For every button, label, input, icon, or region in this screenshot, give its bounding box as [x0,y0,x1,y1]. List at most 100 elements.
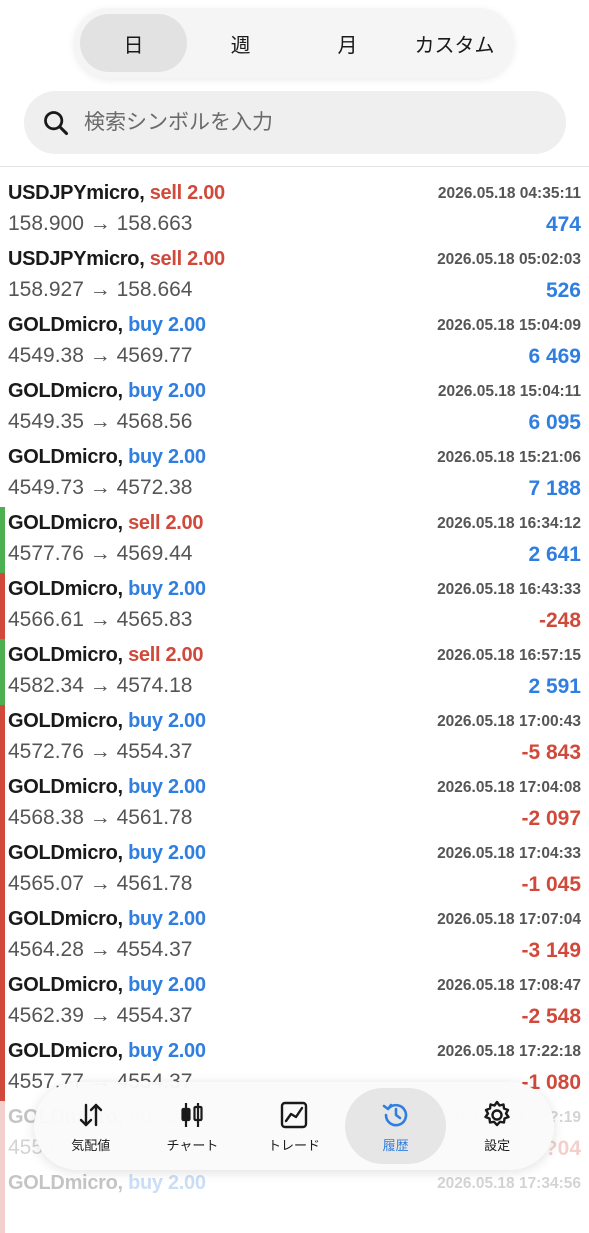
trade-symbol: GOLDmicro, buy 2.00 [8,446,206,469]
trade-time: 2026.05.18 16:34:12 [437,515,581,532]
history-clock-icon [382,1103,407,1126]
trade-row[interactable]: USDJPYmicro, sell 2.00 2026.05.18 05:02:0… [0,243,589,309]
trade-marker [0,903,5,969]
trade-row[interactable]: GOLDmicro, buy 2.00 2026.05.18 15:04:09 45… [0,309,589,375]
trade-side: buy 2.00 [128,1172,206,1194]
trade-side: sell 2.00 [128,512,204,534]
trade-side: buy 2.00 [128,974,206,996]
trade-time: 2026.05.18 15:04:11 [437,383,581,400]
trade-row[interactable]: GOLDmicro, buy 2.00 2026.05.18 15:04:11 45… [0,375,589,441]
trade-marker [0,507,5,573]
trade-prices: 158.900 → 158.663 [8,212,193,235]
trade-row[interactable]: GOLDmicro, buy 2.00 2026.05.18 17:04:08 45… [0,771,589,837]
trade-symbol: GOLDmicro, buy 2.00 [8,1040,206,1063]
trade-prices: 4565.07 → 4561.78 [8,872,193,895]
gear-icon [484,1100,510,1126]
trade-marker [0,243,5,309]
trade-profit: 6 095 [528,411,581,434]
symbol-name: GOLDmicro, [8,578,123,600]
tab-day[interactable]: 日 [80,14,187,72]
trade-row[interactable]: GOLDmicro, buy 2.00 2026.05.18 16:43:33 45… [0,573,589,639]
trade-row[interactable]: GOLDmicro, buy 2.00 2026.05.18 17:08:47 45… [0,969,589,1035]
nav-label: チャート [166,1137,219,1153]
trade-marker [0,969,5,1035]
search-bar[interactable] [24,91,566,154]
trade-symbol: GOLDmicro, buy 2.00 [8,908,206,931]
trade-marker [0,771,5,837]
trade-marker [0,1035,5,1101]
trade-side: buy 2.00 [128,578,206,600]
trade-row[interactable]: GOLDmicro, buy 2.00 2026.05.18 17:07:04 45… [0,903,589,969]
search-input[interactable] [82,109,526,136]
trade-profit: -2 097 [521,807,581,830]
trade-symbol: GOLDmicro, buy 2.00 [8,974,206,997]
trade-symbol: GOLDmicro, buy 2.00 [8,776,206,799]
trade-row[interactable]: GOLDmicro, buy 2.00 2026.05.18 15:21:06 45… [0,441,589,507]
trade-side: buy 2.00 [128,908,206,930]
trade-row[interactable]: USDJPYmicro, sell 2.00 2026.05.18 04:35:1… [0,177,589,243]
trade-time: 2026.05.18 16:43:33 [437,581,581,598]
trade-prices: 4564.28 → 4554.37 [8,938,193,961]
trade-time: 2026.05.18 16:57:15 [437,647,581,664]
trade-profit: -248 [538,609,581,632]
trade-symbol: GOLDmicro, buy 2.00 [8,710,206,733]
trade-side: buy 2.00 [128,710,206,732]
trade-side: sell 2.00 [149,182,225,204]
trend-chart-icon [280,1101,308,1128]
trade-symbol: USDJPYmicro, sell 2.00 [8,182,225,205]
trade-marker [0,309,5,375]
symbol-name: GOLDmicro, [8,974,123,996]
nav-trade[interactable]: トレード [243,1088,345,1164]
trade-side: buy 2.00 [128,1040,206,1062]
symbol-name: GOLDmicro, [8,512,123,534]
nav-quotes[interactable]: 気配値 [40,1088,142,1164]
nav-chart[interactable]: チャート [142,1088,244,1164]
tab-month[interactable]: 月 [294,14,401,72]
trade-marker [0,1101,5,1167]
search-icon [44,110,69,135]
trade-prices: 4549.35 → 4568.56 [8,410,193,433]
nav-label: 設定 [484,1137,511,1153]
symbol-name: USDJPYmicro, [8,182,145,204]
symbol-name: GOLDmicro, [8,1172,123,1194]
trade-row[interactable]: GOLDmicro, sell 2.00 2026.05.18 16:34:12 4… [0,507,589,573]
trade-marker [0,177,5,243]
symbol-name: GOLDmicro, [8,908,123,930]
trade-row[interactable]: GOLDmicro, buy 2.00 2026.05.18 17:34:56 [0,1167,589,1233]
trade-marker [0,1167,5,1233]
trade-side: buy 2.00 [128,776,206,798]
trade-row[interactable]: GOLDmicro, buy 2.00 2026.05.18 17:00:43 45… [0,705,589,771]
trade-side: buy 2.00 [128,842,206,864]
trade-symbol: GOLDmicro, sell 2.00 [8,512,204,535]
nav-label: 履歴 [382,1137,409,1153]
trade-time: 2026.05.18 17:07:04 [437,911,581,928]
trade-side: buy 2.00 [128,314,206,336]
arrows-updown-icon [79,1103,102,1126]
trade-prices: 4582.34 → 4574.18 [8,674,193,697]
trade-profit: 6 469 [528,345,581,368]
trade-profit: 7 188 [528,477,581,500]
trade-profit: -5 843 [521,741,581,764]
trade-time: 2026.05.18 17:00:43 [437,713,581,730]
trade-prices: 4549.38 → 4569.77 [8,344,193,367]
tab-week[interactable]: 週 [187,14,294,72]
trade-prices: 4566.61 → 4565.83 [8,608,193,631]
trade-time: 2026.05.18 17:34:56 [437,1175,581,1192]
trade-side: buy 2.00 [128,380,206,402]
trade-symbol: GOLDmicro, buy 2.00 [8,380,206,403]
trade-symbol: GOLDmicro, buy 2.00 [8,578,206,601]
trade-row[interactable]: GOLDmicro, sell 2.00 2026.05.18 16:57:15 4… [0,639,589,705]
trade-side: sell 2.00 [149,248,225,270]
nav-history[interactable]: 履歴 [344,1088,447,1164]
tab-custom[interactable]: カスタム [401,14,508,72]
trade-row[interactable]: GOLDmicro, buy 2.00 2026.05.18 17:04:33 45… [0,837,589,903]
symbol-name: GOLDmicro, [8,446,123,468]
trade-time: 2026.05.18 15:04:09 [437,317,581,334]
trade-marker [0,705,5,771]
nav-settings[interactable]: 設定 [446,1088,548,1164]
trade-time: 2026.05.18 05:02:03 [437,251,581,268]
trade-time: 2026.05.18 17:22:18 [437,1043,581,1060]
symbol-name: GOLDmicro, [8,1040,123,1062]
symbol-name: GOLDmicro, [8,710,123,732]
trade-profit: 2 591 [528,675,581,698]
